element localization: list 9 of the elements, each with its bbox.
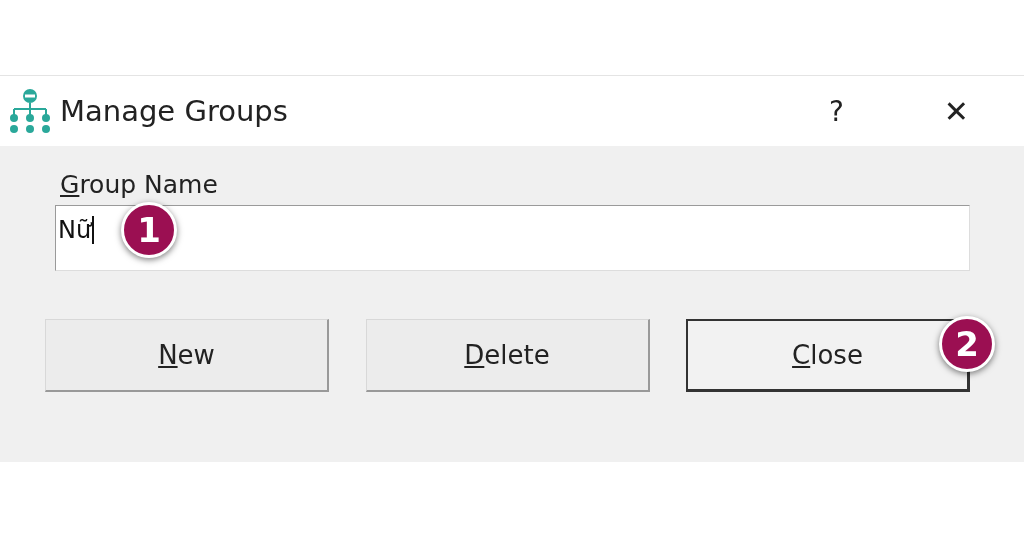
group-name-field[interactable]: Nữ 1 — [55, 205, 970, 271]
step-badge: 1 — [121, 202, 177, 258]
window-title: Manage Groups — [60, 94, 289, 128]
dialog-button[interactable]: Delete — [365, 319, 650, 392]
step-badge: 2 — [939, 316, 995, 372]
dialog-button[interactable]: New — [45, 319, 329, 392]
close-button[interactable]: ✕ — [943, 93, 969, 129]
field-label: Group Name — [60, 170, 218, 199]
help-button[interactable]: ? — [829, 94, 844, 128]
